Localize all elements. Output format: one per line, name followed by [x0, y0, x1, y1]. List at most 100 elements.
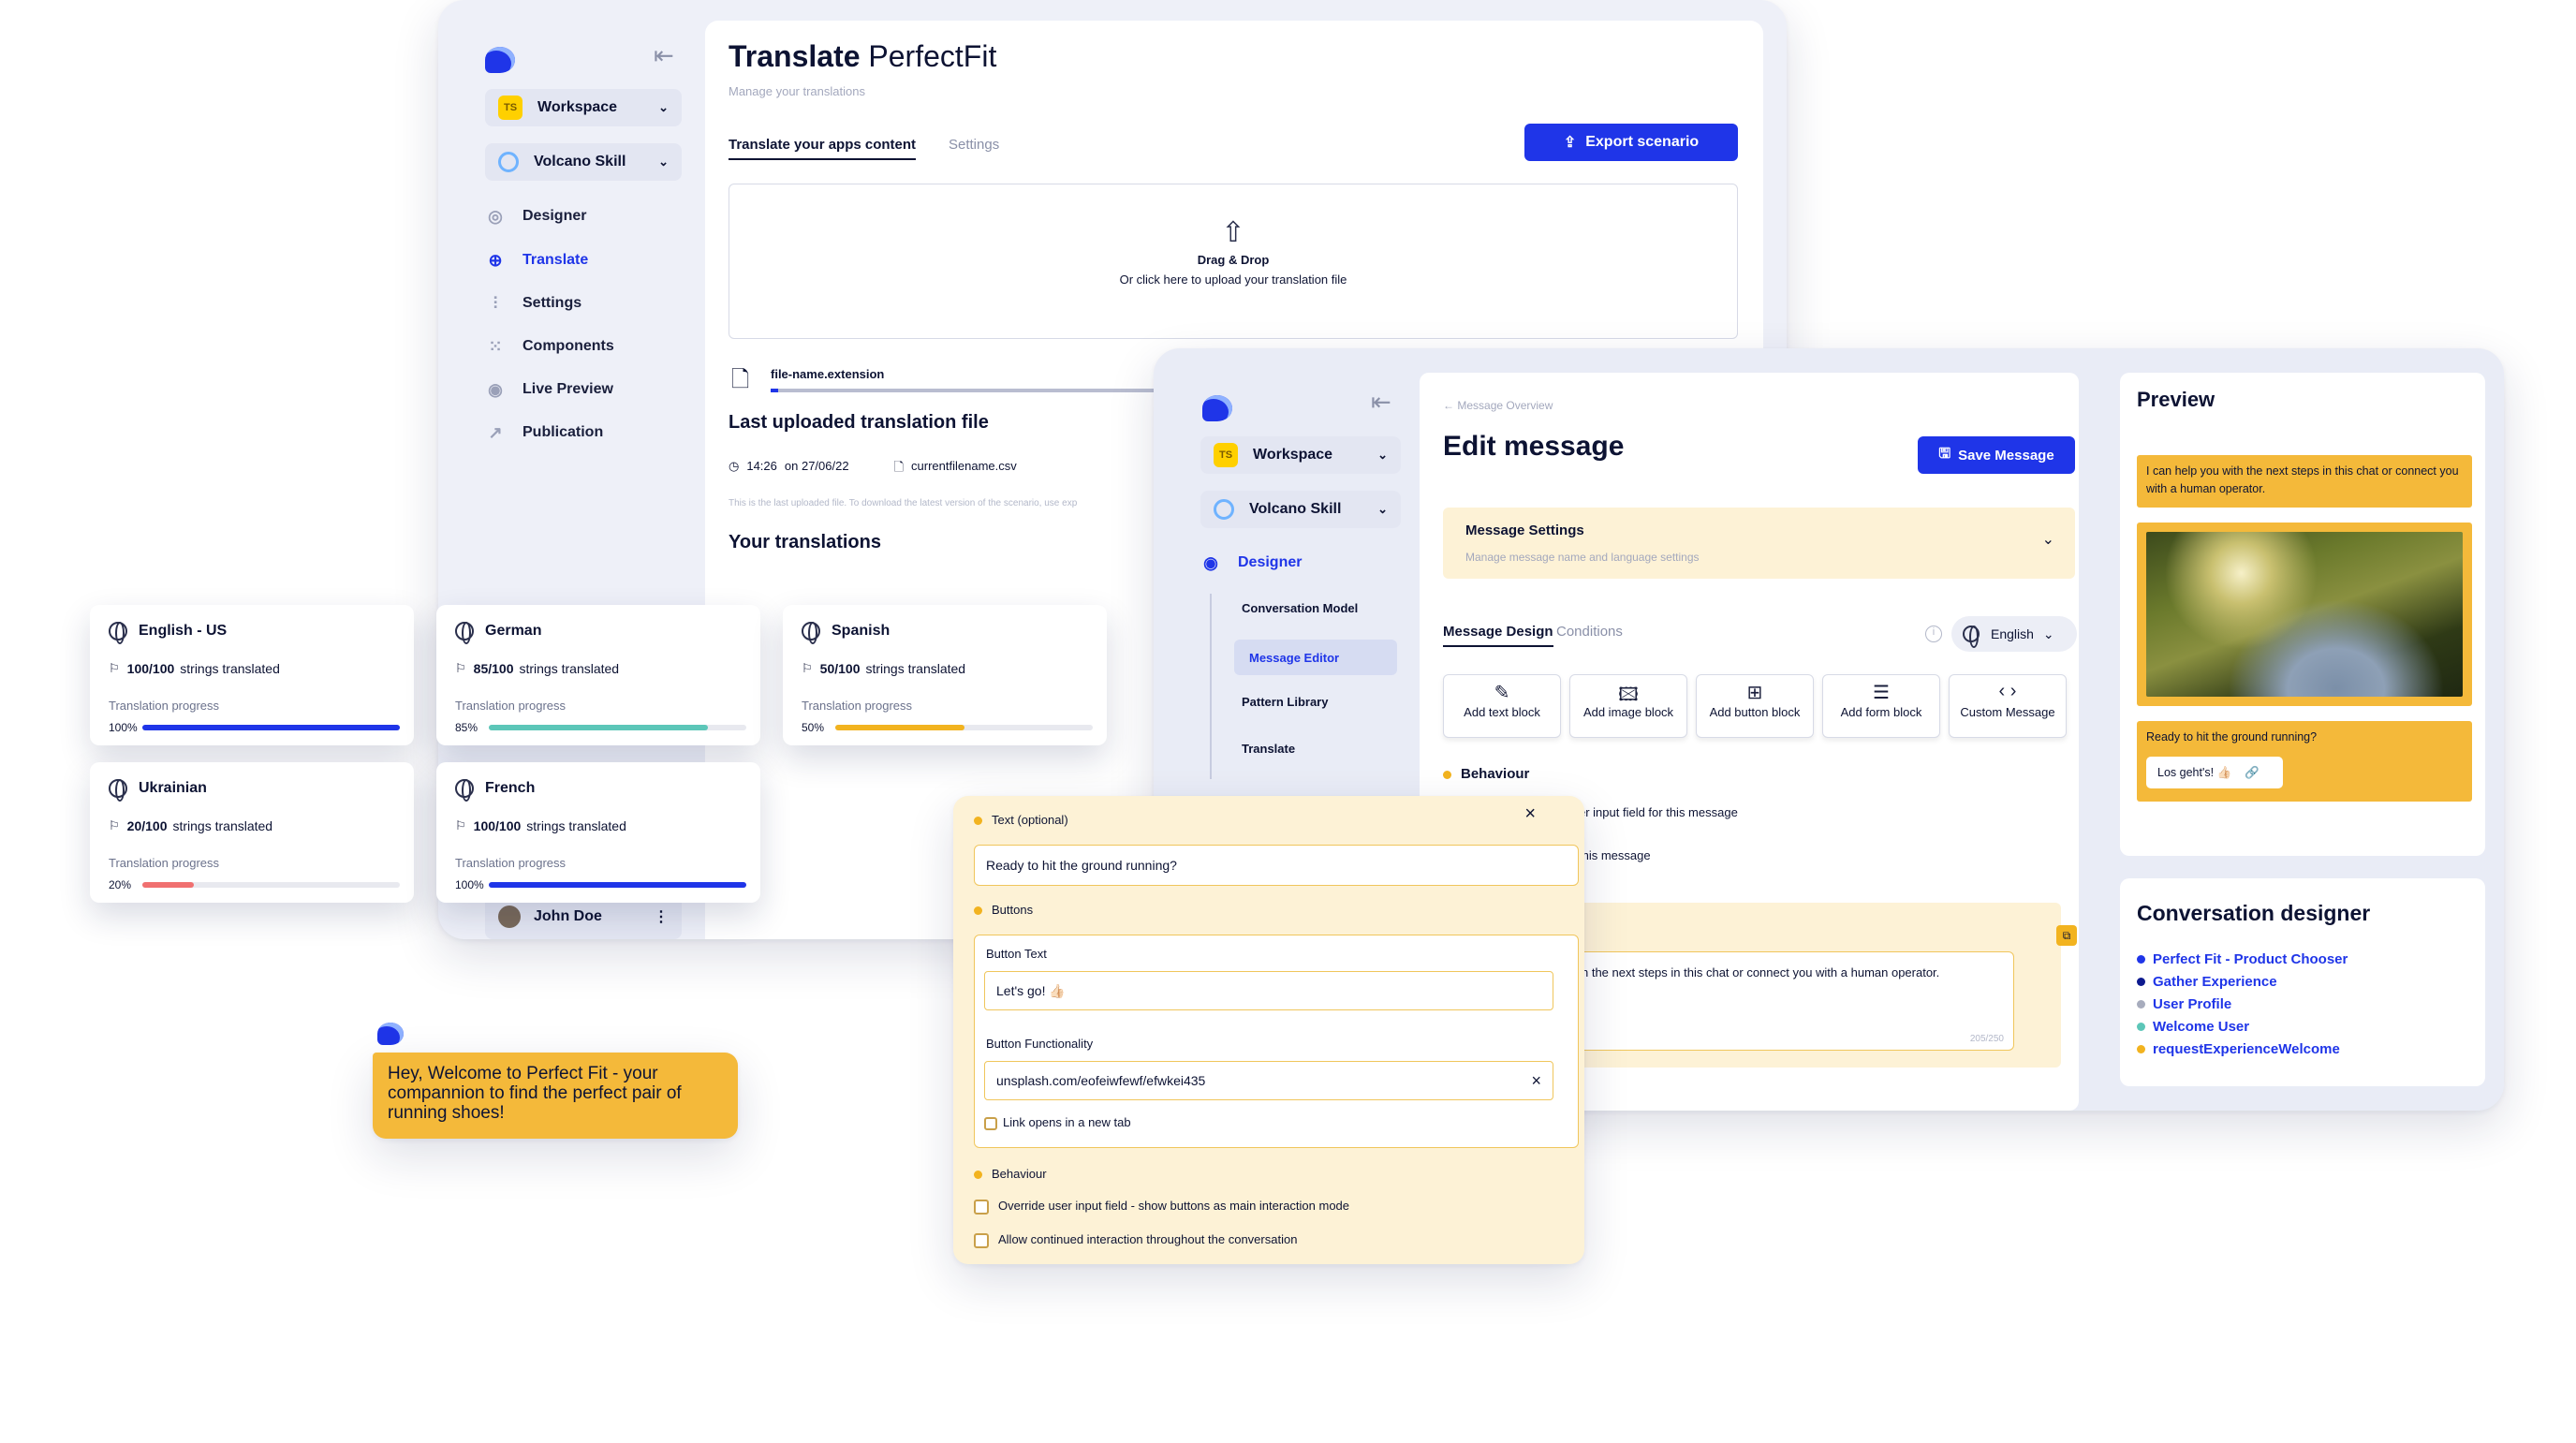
upload-time: 14:26	[746, 459, 777, 473]
grid-icon: ⊞	[1746, 683, 1763, 703]
language-card[interactable]: Spanish ⚐ 50/100 strings translated Transl…	[783, 605, 1107, 745]
copy-icon[interactable]: ⧉	[2056, 925, 2077, 946]
input-value: unsplash.com/eofeiwfewf/efwkei435	[996, 1073, 1206, 1088]
new-tab-checkbox[interactable]: Link opens in a new tab	[984, 1115, 1131, 1130]
progress-bar	[142, 725, 400, 730]
collapse-sidebar-icon[interactable]: ⇤	[654, 41, 674, 70]
globe-icon	[1963, 626, 1980, 648]
language-title: English - US	[109, 622, 227, 644]
count-label: strings translated	[519, 661, 620, 676]
settings-title: Message Settings	[1465, 523, 1584, 538]
more-vertical-icon[interactable]: ⋮	[654, 907, 669, 926]
button-func-input[interactable]: unsplash.com/eofeiwfewf/efwkei435 ×	[984, 1061, 1553, 1100]
language-card[interactable]: French ⚐ 100/100 strings translated Transl…	[436, 762, 760, 903]
status-dot	[2137, 954, 2145, 964]
text-input[interactable]: Ready to hit the ground running?	[974, 845, 1579, 886]
behaviour-heading: Behaviour	[1443, 766, 1529, 782]
add-button-block-button[interactable]: ⊞ Add button block	[1696, 674, 1814, 738]
progress-label: Translation progress	[802, 699, 913, 713]
upload-icon: ⇧	[1221, 217, 1245, 248]
page-title: Edit message	[1443, 431, 1625, 462]
conversation-item[interactable]: Gather Experience	[2137, 970, 2348, 993]
subnav-translate[interactable]: Translate	[1227, 734, 1310, 763]
chevron-down-icon: ⌄	[658, 155, 669, 169]
count-label: strings translated	[180, 661, 280, 676]
project-select[interactable]: Volcano Skill ⌄	[1200, 491, 1401, 528]
nav-publication[interactable]: ↗ Publication	[485, 422, 603, 443]
nav-designer[interactable]: ◎ Designer	[485, 206, 586, 227]
conversation-list: Perfect Fit - Product Chooser Gather Expe…	[2137, 948, 2348, 1060]
text-block-input[interactable]: n the next steps in this chat or connect…	[1574, 951, 2014, 1051]
export-scenario-button[interactable]: ⇪ Export scenario	[1524, 124, 1738, 161]
export-label: Export scenario	[1585, 134, 1700, 150]
tab-settings[interactable]: Settings	[949, 137, 999, 153]
conversation-item[interactable]: User Profile	[2137, 993, 2348, 1015]
current-filename[interactable]: currentfilename.csv	[911, 459, 1017, 479]
tab-translate-content[interactable]: Translate your apps content	[729, 137, 917, 160]
checkbox-label: Override user input field - show buttons…	[998, 1199, 1350, 1213]
clear-icon[interactable]: ×	[1531, 1071, 1541, 1091]
button-config-card: Button Text Let's go! 👍🏻 Button Function…	[974, 935, 1579, 1148]
subnav-conversation-model[interactable]: Conversation Model	[1227, 594, 1373, 623]
nav-translate[interactable]: ⊕ Translate	[485, 250, 588, 271]
project-icon	[1214, 499, 1234, 520]
nav-live-preview[interactable]: ◉ Live Preview	[485, 379, 613, 400]
input-value: Let's go! 👍🏻	[996, 982, 1066, 998]
chat-avatar-icon	[377, 1023, 404, 1045]
custom-message-button[interactable]: ‹ › Custom Message	[1949, 674, 2067, 738]
add-image-block-button[interactable]: 🖾 Add image block	[1569, 674, 1687, 738]
project-icon	[498, 152, 519, 172]
info-icon[interactable]: i	[1925, 626, 1942, 642]
continued-interaction-checkbox[interactable]: Allow continued interaction throughout t…	[974, 1232, 1297, 1248]
count-value: 100/100	[126, 661, 175, 676]
subnav-message-editor[interactable]: Message Editor	[1234, 640, 1397, 675]
strings-count: ⚐ 100/100 strings translated	[455, 818, 626, 833]
pencil-icon: ✎	[1494, 683, 1510, 703]
progress-label: Translation progress	[455, 856, 567, 870]
save-message-button[interactable]: 🖫 Save Message	[1918, 436, 2075, 474]
block-toolbar: ✎ Add text block 🖾 Add image block ⊞ Add bu…	[1443, 674, 2080, 740]
grid-dots-icon: ⁙	[488, 336, 503, 356]
label-dot	[974, 906, 982, 916]
preview-button[interactable]: Los geht's! 👍🏻 🔗	[2146, 757, 2283, 788]
override-input-checkbox[interactable]: Override user input field - show buttons…	[974, 1199, 1349, 1215]
language-title: Spanish	[802, 622, 890, 644]
drop-title: Drag & Drop	[1197, 253, 1270, 267]
progress-percent: 100%	[455, 878, 484, 891]
subnav-pattern-library[interactable]: Pattern Library	[1227, 687, 1343, 716]
text-block-value: n the next steps in this chat or connect…	[1582, 965, 1940, 979]
language-card[interactable]: English - US ⚐ 100/100 strings translated …	[90, 605, 414, 745]
preview-panel: Preview I can help you with the next ste…	[2120, 373, 2485, 856]
add-form-block-button[interactable]: ☰ Add form block	[1822, 674, 1940, 738]
upload-dropzone[interactable]: ⇧ Drag & Drop Or click here to upload yo…	[729, 184, 1738, 339]
workspace-select[interactable]: TS Workspace ⌄	[485, 89, 682, 126]
language-card[interactable]: Ukrainian ⚐ 20/100 strings translated Tran…	[90, 762, 414, 903]
tab-conditions[interactable]: Conditions	[1556, 624, 1623, 640]
nav-components[interactable]: ⁙ Components	[485, 336, 613, 357]
collapse-sidebar-icon[interactable]: ⇤	[1371, 388, 1391, 417]
conversation-item[interactable]: Perfect Fit - Product Chooser	[2137, 948, 2348, 970]
nav-designer[interactable]: ◉ Designer	[1200, 552, 1302, 573]
message-settings-accordion[interactable]: Message Settings Manage message name and…	[1443, 508, 2075, 579]
workspace-select[interactable]: TS Workspace ⌄	[1200, 436, 1401, 474]
add-text-block-button[interactable]: ✎ Add text block	[1443, 674, 1561, 738]
conversation-item[interactable]: requestExperienceWelcome	[2137, 1038, 2348, 1060]
language-card[interactable]: German ⚐ 85/100 strings translated Transla…	[436, 605, 760, 745]
close-icon[interactable]: ×	[1524, 803, 1536, 825]
conversation-item[interactable]: Welcome User	[2137, 1015, 2348, 1038]
progress-percent: 50%	[802, 721, 825, 734]
last-uploaded-heading: Last uploaded translation file	[729, 412, 989, 433]
chat-welcome-bubble: Hey, Welcome to Perfect Fit - your compa…	[373, 1053, 738, 1139]
language-select[interactable]: English ⌄	[1951, 616, 2077, 652]
checkbox-label: Link opens in a new tab	[1003, 1115, 1131, 1129]
designer-icon: ◎	[488, 206, 503, 226]
behaviour-label: Behaviour	[1461, 766, 1530, 782]
progress-label: Translation progress	[109, 856, 220, 870]
project-select[interactable]: Volcano Skill ⌄	[485, 143, 682, 181]
button-text-input[interactable]: Let's go! 👍🏻	[984, 971, 1553, 1010]
nav-settings[interactable]: ⫶ Settings	[485, 293, 581, 314]
language-name: French	[485, 780, 536, 796]
tab-message-design[interactable]: Message Design	[1443, 624, 1553, 647]
count-label: strings translated	[172, 818, 273, 833]
breadcrumb[interactable]: ← Message Overview	[1443, 399, 1553, 412]
